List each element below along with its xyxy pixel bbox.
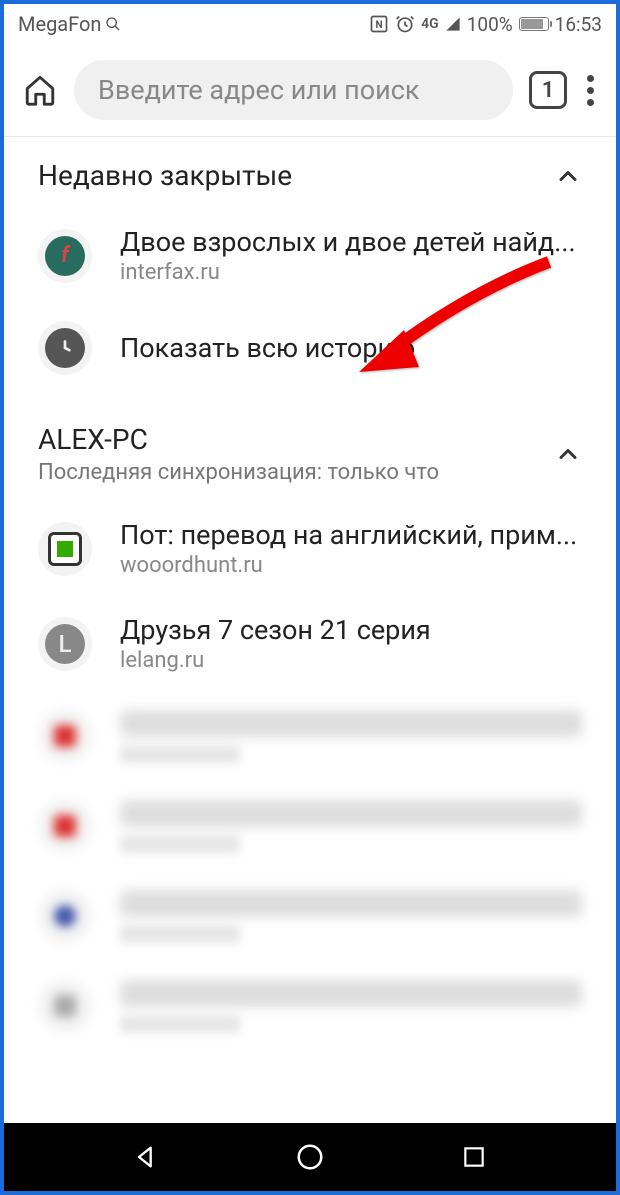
search-icon xyxy=(105,16,121,32)
signal-icon xyxy=(445,16,461,32)
home-nav-button[interactable] xyxy=(290,1137,330,1177)
tab-count-label: 1 xyxy=(542,78,555,103)
history-item-blurred: x xyxy=(4,961,616,1051)
item-domain: interfax.ru xyxy=(120,260,582,285)
svg-text:N: N xyxy=(376,20,383,31)
recents-button[interactable] xyxy=(454,1137,494,1177)
clock-icon xyxy=(38,321,92,375)
history-item-blurred: x xyxy=(4,691,616,781)
time-label: 16:53 xyxy=(555,13,602,36)
network-label: 4G xyxy=(421,16,439,32)
address-bar[interactable]: Введите адрес или поиск xyxy=(74,60,513,120)
item-domain: lelang.ru xyxy=(120,648,582,673)
alarm-icon xyxy=(395,14,415,34)
menu-button[interactable] xyxy=(583,71,598,110)
android-nav-bar xyxy=(4,1123,616,1191)
history-item-blurred: x xyxy=(4,871,616,961)
nfc-icon: N xyxy=(369,14,389,34)
favicon-icon: f xyxy=(38,229,92,283)
history-item[interactable]: Пот: перевод на английский, прим... wooo… xyxy=(4,501,616,596)
show-all-label: Показать всю историю xyxy=(120,332,582,364)
chevron-up-icon xyxy=(554,162,582,190)
section-title: Недавно закрытые xyxy=(38,159,292,192)
item-title: Друзья 7 сезон 21 серия xyxy=(120,614,582,646)
browser-toolbar: Введите адрес или поиск 1 xyxy=(4,44,616,136)
address-placeholder: Введите адрес или поиск xyxy=(98,74,419,106)
battery-icon xyxy=(519,17,549,31)
tab-switcher-button[interactable]: 1 xyxy=(529,71,567,109)
section-synced-device[interactable]: ALEX-PC Последняя синхронизация: только … xyxy=(4,393,616,501)
status-bar: MegaFon N 4G 100% 16:53 xyxy=(4,4,616,44)
device-name: ALEX-PC xyxy=(38,423,439,456)
history-item[interactable]: f Двое взрослых и двое детей найд... int… xyxy=(4,208,616,303)
history-item-blurred: x xyxy=(4,781,616,871)
history-item[interactable]: L Друзья 7 сезон 21 серия lelang.ru xyxy=(4,596,616,691)
carrier-label: MegaFon xyxy=(18,12,101,36)
home-button[interactable] xyxy=(22,72,58,108)
item-title: Двое взрослых и двое детей найд... xyxy=(120,226,582,258)
back-button[interactable] xyxy=(126,1137,166,1177)
item-title: Пот: перевод на английский, прим... xyxy=(120,519,582,551)
battery-label: 100% xyxy=(467,13,513,36)
section-recently-closed[interactable]: Недавно закрытые xyxy=(4,137,616,208)
item-domain: wooordhunt.ru xyxy=(120,553,582,578)
show-full-history[interactable]: Показать всю историю xyxy=(4,303,616,393)
chevron-up-icon xyxy=(554,440,582,468)
favicon-icon xyxy=(38,522,92,576)
favicon-icon: L xyxy=(38,617,92,671)
sync-status: Последняя синхронизация: только что xyxy=(38,460,439,485)
